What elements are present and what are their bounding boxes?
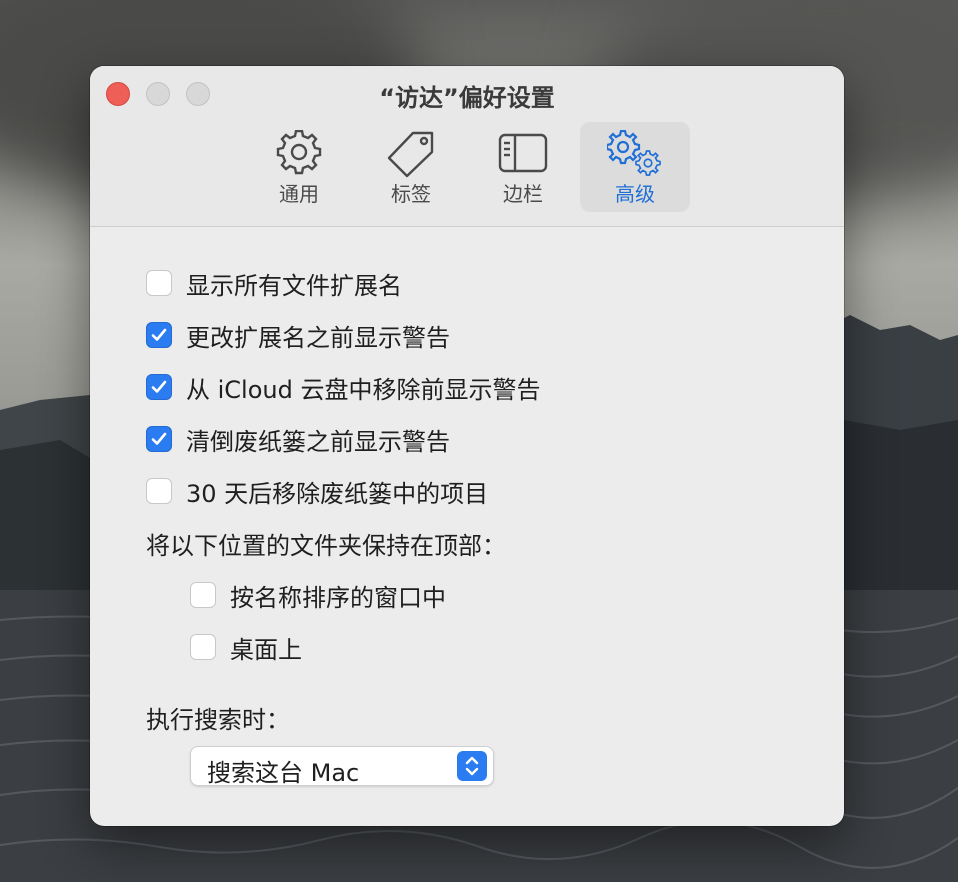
- option-folders-top-windows[interactable]: 按名称排序的窗口中: [190, 580, 446, 612]
- option-label: 30 天后移除废纸篓中的项目: [186, 479, 489, 508]
- tab-general[interactable]: 通用: [244, 122, 354, 212]
- folders-on-top-heading: 将以下位置的文件夹保持在顶部：: [146, 532, 506, 560]
- tag-icon: [387, 131, 434, 178]
- option-label: 显示所有文件扩展名: [186, 271, 402, 300]
- checkbox[interactable]: [190, 582, 216, 608]
- option-label: 更改扩展名之前显示警告: [186, 323, 450, 352]
- checkbox[interactable]: [146, 270, 172, 296]
- window-title: “访达”偏好设置: [379, 84, 555, 112]
- option-remove-trash-30-days[interactable]: 30 天后移除废纸篓中的项目: [146, 476, 489, 508]
- search-heading: 执行搜索时：: [146, 706, 290, 734]
- tab-general-label: 通用: [279, 182, 319, 206]
- checkmark-icon: [151, 328, 167, 341]
- tab-tags[interactable]: 标签: [356, 122, 466, 212]
- gears-icon: [607, 130, 661, 176]
- search-scope-value: 搜索这台 Mac: [207, 759, 360, 787]
- tab-sidebar[interactable]: 边栏: [468, 122, 578, 212]
- popup-chevrons-icon: [457, 751, 487, 781]
- option-warn-empty-trash[interactable]: 清倒废纸篓之前显示警告: [146, 424, 450, 456]
- checkbox[interactable]: [146, 478, 172, 504]
- checkmark-icon: [151, 432, 167, 445]
- checkmark-icon: [151, 380, 167, 393]
- checkbox[interactable]: [146, 426, 172, 452]
- tab-tags-label: 标签: [391, 182, 431, 206]
- option-label: 桌面上: [230, 635, 302, 664]
- checkbox[interactable]: [146, 322, 172, 348]
- option-show-extensions[interactable]: 显示所有文件扩展名: [146, 268, 402, 300]
- tab-sidebar-label: 边栏: [503, 182, 543, 206]
- finder-preferences-window: “访达”偏好设置 通用 标签 边栏 高级 显示所有文件扩展名 更改扩展名之前显示…: [90, 66, 844, 826]
- option-label: 从 iCloud 云盘中移除前显示警告: [186, 375, 541, 404]
- sidebar-icon: [498, 133, 548, 173]
- option-folders-top-desktop[interactable]: 桌面上: [190, 632, 302, 664]
- tab-advanced[interactable]: 高级: [580, 122, 690, 212]
- checkbox[interactable]: [190, 634, 216, 660]
- checkbox[interactable]: [146, 374, 172, 400]
- gear-icon: [276, 130, 322, 175]
- option-label: 按名称排序的窗口中: [230, 583, 446, 612]
- search-scope-popup[interactable]: 搜索这台 Mac: [190, 746, 494, 787]
- titlebar: “访达”偏好设置 通用 标签 边栏 高级: [90, 66, 844, 227]
- option-label: 清倒废纸篓之前显示警告: [186, 427, 450, 456]
- tab-advanced-label: 高级: [615, 182, 655, 206]
- option-warn-icloud-remove[interactable]: 从 iCloud 云盘中移除前显示警告: [146, 372, 541, 404]
- option-warn-change-extension[interactable]: 更改扩展名之前显示警告: [146, 320, 450, 352]
